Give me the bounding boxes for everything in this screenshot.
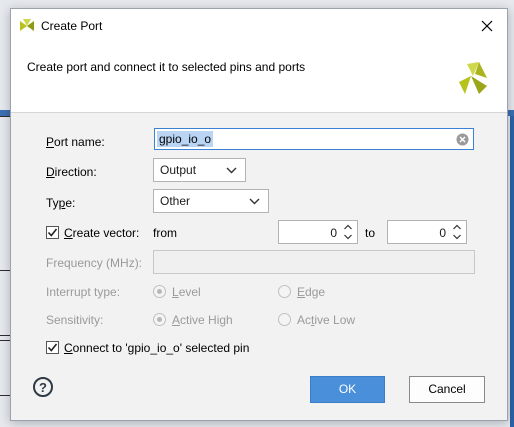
interrupt-type-label: Interrupt type: <box>46 285 121 299</box>
vivado-logo-icon <box>20 19 34 31</box>
spinner-arrows-icon[interactable] <box>452 223 462 241</box>
to-label: to <box>365 226 376 240</box>
type-label-text: e: <box>65 196 76 210</box>
dialog-header: Create port and connect it to selected p… <box>11 42 507 113</box>
active-high-label-text: ctive High <box>180 313 233 327</box>
frequency-input <box>153 250 475 274</box>
sensitivity-high-label: Active High <box>172 313 233 327</box>
background-wire <box>0 340 10 341</box>
sensitivity-low-radio <box>278 313 291 326</box>
interrupt-edge-radio <box>278 285 291 298</box>
connect-checkbox[interactable] <box>46 341 59 354</box>
level-mnemonic: L <box>172 285 179 299</box>
close-icon <box>481 20 493 31</box>
window-title: Create Port <box>41 19 103 33</box>
background-wire <box>0 270 10 271</box>
active-high-mnemonic: A <box>172 313 181 327</box>
spinner-arrows-icon[interactable] <box>343 223 353 241</box>
create-vector-label[interactable]: Create vector: <box>64 226 139 240</box>
sensitivity-label: Sensitivity: <box>46 313 104 327</box>
close-button[interactable] <box>467 9 507 42</box>
frequency-label: Frequency (MHz): <box>46 256 143 270</box>
edge-mnemonic: E <box>297 285 306 299</box>
port-name-mnemonic: P <box>46 135 55 149</box>
direction-label: Direction: <box>46 165 97 179</box>
help-icon: ? <box>39 379 47 395</box>
level-label-text: evel <box>178 285 201 299</box>
background-panel-edge <box>510 116 514 427</box>
background-wire <box>0 395 10 396</box>
port-name-value: gpio_io_o <box>157 131 214 147</box>
background-wire <box>0 116 10 117</box>
port-name-input[interactable]: gpio_io_o <box>154 128 474 150</box>
vector-from-value: 0 <box>330 226 337 240</box>
direction-select[interactable]: Output <box>153 158 246 182</box>
type-select[interactable]: Other <box>153 189 269 213</box>
create-vector-checkbox[interactable] <box>46 226 59 239</box>
clear-icon[interactable] <box>456 133 469 146</box>
type-label-pre: Ty <box>46 196 59 210</box>
from-label: from <box>153 226 177 240</box>
sensitivity-low-label: Active Low <box>297 313 355 327</box>
chevron-down-icon <box>226 167 237 174</box>
connect-label-text: onnect to 'gpio_io_o' selected pin <box>72 341 250 355</box>
vector-from-spinner[interactable]: 0 <box>278 220 358 244</box>
help-button[interactable]: ? <box>33 377 53 397</box>
type-value: Other <box>160 194 191 208</box>
checkmark-icon <box>47 228 58 237</box>
background-wire <box>0 335 10 336</box>
edge-label-text: dge <box>305 285 326 299</box>
port-name-label: Port name: <box>46 135 105 149</box>
dialog-description: Create port and connect it to selected p… <box>27 60 306 74</box>
create-vector-mnemonic: C <box>64 226 73 240</box>
direction-mnemonic: D <box>46 165 55 179</box>
vector-to-spinner[interactable]: 0 <box>387 220 467 244</box>
active-low-label-pre: Ac <box>297 313 312 327</box>
vivado-brand-icon <box>459 62 487 94</box>
cancel-button[interactable]: Cancel <box>409 376 485 403</box>
create-vector-label-text: reate vector: <box>72 226 140 240</box>
interrupt-level-radio <box>153 285 166 298</box>
sensitivity-high-radio <box>153 313 166 326</box>
port-name-label-text: ort name: <box>54 135 105 149</box>
direction-label-text: irection: <box>54 165 97 179</box>
chevron-down-icon <box>249 198 260 205</box>
connect-label[interactable]: Connect to 'gpio_io_o' selected pin <box>64 341 249 355</box>
interrupt-level-label: Level <box>172 285 201 299</box>
connect-mnemonic: C <box>64 341 73 355</box>
title-bar: Create Port <box>11 9 507 42</box>
direction-value: Output <box>160 163 197 177</box>
active-low-label-text: ive Low <box>314 313 356 327</box>
checkmark-icon <box>47 343 58 352</box>
interrupt-edge-label: Edge <box>297 285 325 299</box>
vector-to-value: 0 <box>439 226 446 240</box>
ok-button[interactable]: OK <box>310 376 385 403</box>
create-port-dialog: Create Port Create port and connect it t… <box>10 8 508 421</box>
type-label: Type: <box>46 196 75 210</box>
